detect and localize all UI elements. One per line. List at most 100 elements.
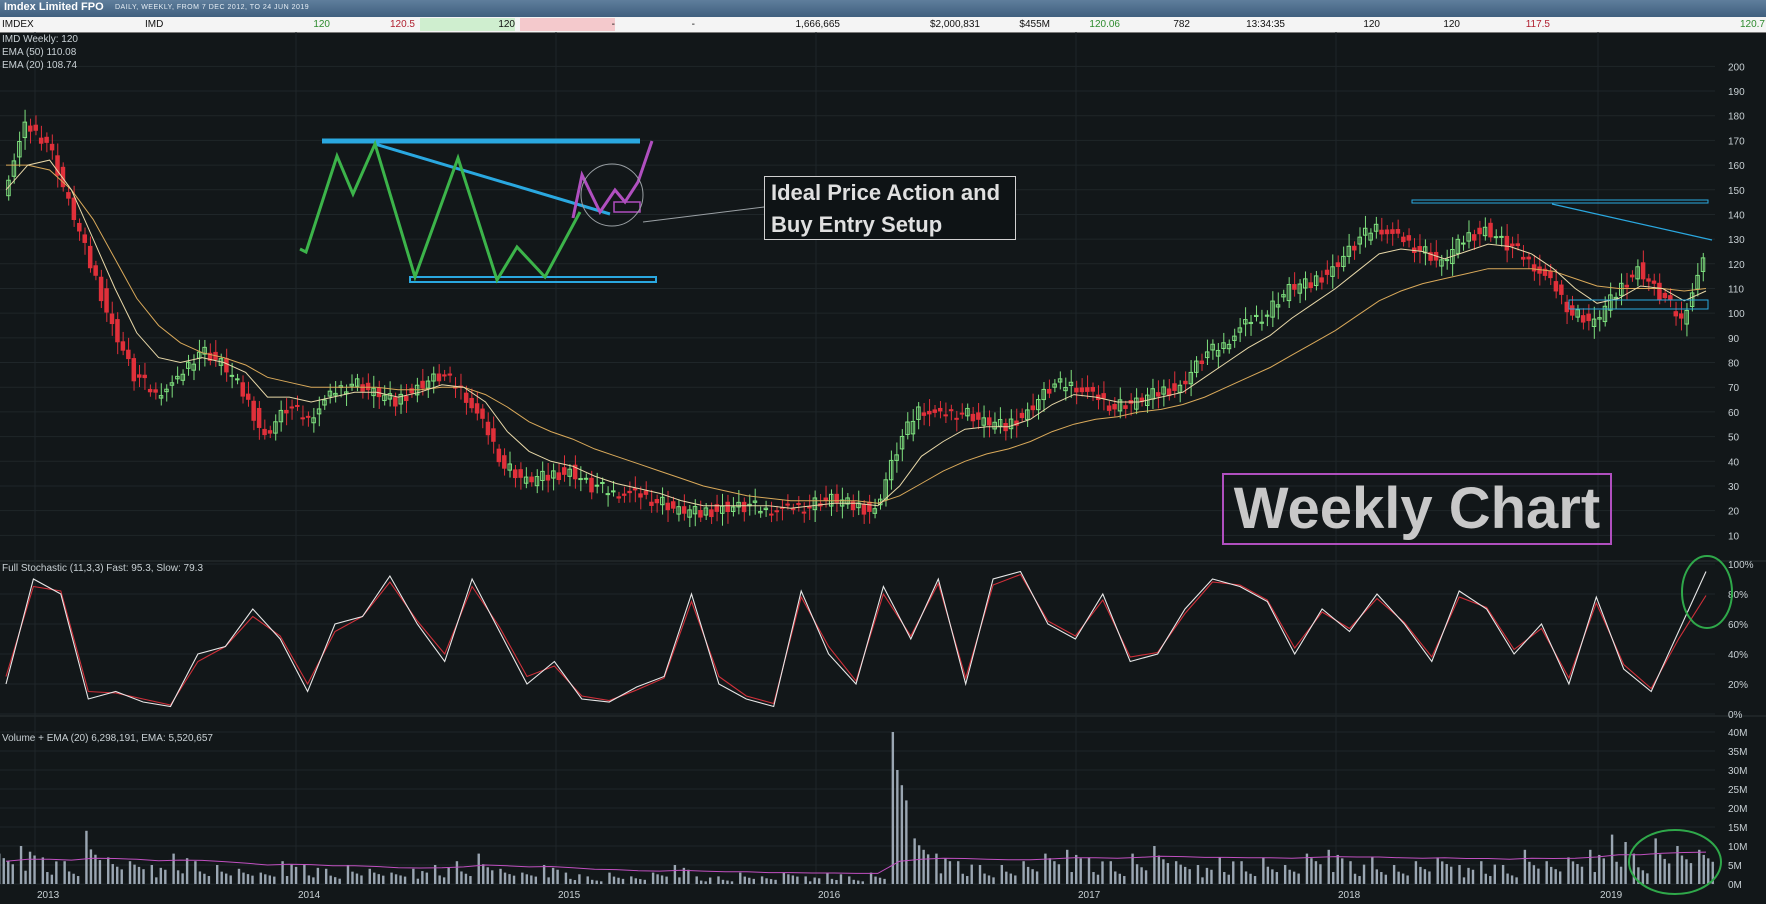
- price-candle: [627, 490, 632, 494]
- price-candle: [93, 265, 98, 276]
- volume-bar: [1598, 854, 1601, 884]
- volume-bar: [207, 876, 211, 884]
- price-candle: [1030, 405, 1036, 411]
- price-candle: [1106, 405, 1112, 411]
- volume-bar: [1266, 866, 1270, 884]
- volume-bar: [1353, 873, 1357, 884]
- volume-bar: [1610, 834, 1614, 884]
- volume-bar: [1218, 857, 1221, 884]
- volume-bar: [455, 861, 459, 884]
- volume-bar: [329, 875, 332, 884]
- volume-bar: [1689, 863, 1693, 884]
- volume-bar: [1510, 875, 1514, 884]
- volume-bar: [791, 875, 795, 884]
- volume-bar: [970, 864, 973, 884]
- volume-bar: [1026, 866, 1030, 884]
- volume-bar: [1384, 874, 1388, 884]
- volume-bar: [1232, 861, 1235, 884]
- volume-bar: [1201, 877, 1204, 884]
- volume-bar: [1022, 861, 1025, 884]
- quote-cell: 120.7: [1739, 19, 1765, 30]
- volume-bar: [987, 875, 991, 884]
- ema50-label: EMA (50) 110.08: [2, 47, 77, 58]
- price-candle: [589, 477, 594, 493]
- volume-bar: [312, 877, 315, 884]
- volume-bar: [28, 851, 32, 884]
- volume-bar: [1401, 873, 1405, 884]
- price-candle: [529, 476, 534, 483]
- volume-bar: [351, 871, 354, 884]
- volume-bar: [752, 878, 755, 884]
- volume-bar: [1397, 871, 1400, 884]
- volume-bar: [499, 868, 502, 884]
- price-tick-label: 180: [1728, 112, 1745, 123]
- volume-bar: [883, 878, 886, 884]
- price-candle: [1564, 301, 1570, 313]
- volume-bar: [1341, 858, 1344, 884]
- volume-bar: [403, 876, 407, 884]
- volume-bar: [857, 880, 860, 884]
- price-candle: [1673, 311, 1679, 317]
- volume-tick-label: 30M: [1728, 766, 1747, 777]
- price-candle: [670, 501, 676, 509]
- volume-bar: [394, 874, 398, 884]
- price-candle: [245, 393, 251, 400]
- price-candle: [502, 455, 507, 469]
- volume-bar: [1135, 864, 1139, 884]
- volume-bar: [1680, 855, 1684, 884]
- volume-bar: [1702, 854, 1705, 884]
- volume-bar: [290, 864, 293, 884]
- price-candle: [28, 125, 33, 132]
- price-candle: [1172, 383, 1177, 391]
- volume-bar: [1292, 871, 1296, 884]
- volume-bar: [324, 868, 328, 884]
- price-candle: [801, 511, 807, 514]
- price-candle: [1678, 313, 1684, 319]
- volume-bar: [1685, 859, 1688, 884]
- volume-bar: [273, 876, 276, 884]
- price-candle: [970, 413, 976, 422]
- volume-bar: [399, 875, 402, 884]
- volume-bar: [595, 880, 598, 884]
- volume-bar: [1467, 867, 1470, 884]
- price-candle: [1461, 242, 1466, 245]
- price-candle: [556, 472, 562, 481]
- volume-bar: [67, 871, 71, 884]
- volume-bar: [922, 849, 925, 884]
- price-candle: [496, 448, 502, 463]
- volume-bar: [142, 869, 145, 884]
- year-tick-label: 2014: [298, 890, 321, 901]
- volume-bar: [1092, 872, 1095, 884]
- volume-bar: [442, 877, 446, 884]
- volume-bar: [294, 866, 298, 884]
- volume-bar: [1480, 861, 1483, 884]
- price-candle: [1548, 270, 1553, 279]
- volume-bar: [303, 865, 306, 884]
- volume-bar: [1310, 858, 1313, 884]
- price-candle: [649, 501, 654, 506]
- price-candle: [1390, 229, 1395, 234]
- volume-bar: [46, 872, 49, 884]
- price-tick-label: 20: [1728, 507, 1740, 518]
- volume-bar: [1593, 872, 1596, 884]
- price-candle: [393, 397, 398, 407]
- volume-bar: [743, 876, 746, 884]
- volume-bar: [1253, 876, 1257, 884]
- volume-bar: [760, 876, 764, 884]
- price-candle: [1493, 236, 1499, 239]
- quote-cell: -: [691, 19, 695, 30]
- price-candle: [594, 484, 600, 487]
- volume-bar: [338, 878, 341, 884]
- volume-bar: [782, 872, 786, 884]
- volume-bar: [1554, 869, 1557, 884]
- volume-bar: [307, 875, 311, 884]
- volume-bar: [1227, 874, 1230, 884]
- volume-bar: [172, 853, 175, 884]
- volume-bar: [512, 875, 516, 884]
- price-candle: [1477, 227, 1482, 235]
- price-candle: [147, 388, 153, 393]
- price-candle: [1123, 405, 1128, 409]
- volume-bar: [94, 854, 97, 884]
- quote-cell: 13:34:35: [1246, 19, 1285, 30]
- price-candle: [1395, 228, 1401, 234]
